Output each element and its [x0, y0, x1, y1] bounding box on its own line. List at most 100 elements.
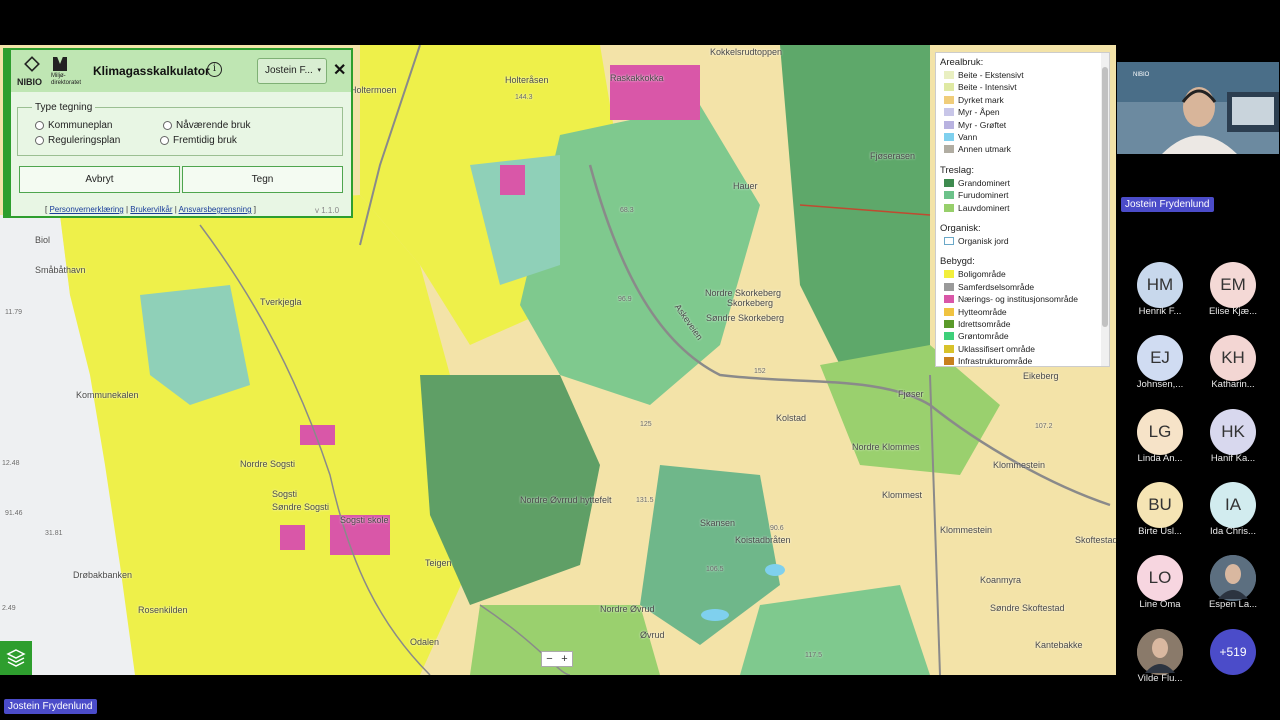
zoom-out-button[interactable]: − [542, 652, 557, 666]
participant-avatar[interactable]: LG [1137, 408, 1183, 455]
map-legend[interactable]: Arealbruk: Beite - Ekstensivt Beite - Inte… [935, 52, 1110, 367]
participant-avatar[interactable]: LO [1137, 555, 1183, 602]
participant-name: Elise Kjæ... [1208, 306, 1258, 317]
radio-navaerende-bruk[interactable]: Nåværende bruk [163, 120, 250, 131]
radio-reguleringsplan[interactable]: Reguleringsplan [35, 135, 120, 146]
user-select-value: Jostein F... [265, 65, 313, 76]
participant-avatar[interactable]: +519 [1210, 628, 1256, 675]
legend-item: Idrettsområde [944, 319, 1010, 329]
participant-avatar[interactable]: HM [1137, 262, 1183, 308]
participant-name: Line Oma [1139, 599, 1181, 611]
legend-item: Lauvdominert [944, 203, 1010, 213]
chevron-down-icon: ▾ [317, 67, 321, 74]
participant-avatar[interactable] [1210, 555, 1256, 602]
legend-heading: Organisk: [940, 223, 981, 234]
zoom-in-button[interactable]: + [557, 652, 572, 666]
map-label: Nordre Skorkeberg [705, 288, 782, 298]
participant-avatar[interactable]: IA [1210, 481, 1256, 528]
radio-label: Fremtidig bruk [173, 135, 237, 146]
map-label: Odalen [410, 637, 440, 647]
participant-avatar[interactable]: HK [1210, 408, 1256, 455]
participant-avatar[interactable]: EM [1210, 262, 1256, 308]
participant-avatar[interactable]: EJ [1137, 335, 1183, 382]
draw-button[interactable]: Tegn [182, 166, 343, 193]
legend-swatch [944, 237, 954, 245]
radio-fremtidig-bruk[interactable]: Fremtidig bruk [160, 135, 237, 146]
legend-item: Boligområde [944, 269, 1006, 279]
map-elevation: 125 [640, 421, 652, 428]
cancel-button[interactable]: Avbryt [19, 166, 180, 193]
legend-label: Furudominert [958, 190, 1009, 201]
legend-item: Myr - Åpen [944, 107, 1000, 117]
map-label-hauer: Hauer [733, 181, 758, 191]
terms-link[interactable]: Brukervilkår [130, 205, 172, 214]
legend-swatch [944, 344, 954, 353]
radio-dot [35, 121, 44, 130]
legend-label: Grandominert [958, 177, 1010, 188]
legend-swatch [944, 71, 954, 79]
legend-swatch [944, 178, 954, 187]
miljodirektoratet-logo-text: Miljø- direktoratet [51, 73, 82, 86]
participant-name: Henrik F... [1138, 306, 1182, 317]
legend-swatch [944, 270, 954, 279]
map-label: Klommest [882, 490, 923, 500]
participant-avatar[interactable]: BU [1137, 481, 1183, 528]
radio-label: Kommuneplan [48, 120, 113, 131]
map-elevation: 68.3 [620, 207, 634, 214]
legend-swatch [944, 332, 954, 341]
legend-swatch [944, 320, 954, 328]
disclaimer-link[interactable]: Ansvarsbegrensning [179, 205, 252, 214]
privacy-link[interactable]: Personvernerklæring [49, 205, 123, 214]
legend-item: Organisk jord [944, 236, 1009, 246]
legend-item: Hytteområde [944, 307, 1007, 317]
legend-swatch [944, 191, 954, 200]
radio-kommuneplan[interactable]: Kommuneplan [35, 120, 112, 131]
user-select[interactable]: Jostein F... ▾ [257, 58, 327, 84]
map-label: Skoftestad [1075, 535, 1116, 545]
map-label: Søndre Skorkeberg [706, 313, 785, 323]
map-label: Kommunekalen [76, 390, 139, 400]
legend-item: Beite - Intensivt [944, 82, 1017, 92]
map-label: Klommestein [993, 460, 1046, 470]
participant-name: Vilde Flu... [1137, 672, 1183, 684]
layers-button[interactable] [0, 641, 32, 675]
legend-label: Nærings- og institusjonsområde [958, 294, 1078, 305]
panel-header: NIBIO Miljø- direktoratet Klimagasskalku… [5, 50, 351, 92]
legend-scrollbar[interactable] [1101, 53, 1109, 366]
legend-swatch [944, 357, 954, 366]
map-label: Drøbakbanken [73, 570, 133, 580]
legend-label: Samferdselsområde [958, 281, 1035, 292]
nibio-logo: NIBIO [17, 55, 47, 89]
legend-swatch [944, 282, 954, 291]
participant-name: Hanif Ka... [1210, 452, 1256, 464]
map-label: Raskakkokka [610, 73, 664, 83]
legend-swatch [944, 120, 954, 129]
map-label: Koistadbråten [735, 535, 791, 545]
map-elevation: 106.5 [706, 566, 724, 573]
legend-item: Infrastrukturområde [944, 356, 1032, 366]
legend-heading: Treslag: [940, 164, 974, 176]
panel-title: Klimagasskalkulator [93, 64, 210, 78]
map-label: Fjøserasen [870, 151, 916, 161]
legend-item: Furudominert [944, 190, 1009, 200]
map-depth: 31.81 [45, 530, 63, 537]
participant-name: Birte Usl... [1138, 525, 1182, 537]
legend-label: Uklassifisert område [958, 343, 1035, 354]
radio-dot [160, 136, 169, 145]
presenter-video: NIBIO [1117, 62, 1279, 154]
close-icon[interactable]: ✕ [333, 60, 346, 80]
participant-avatar[interactable] [1137, 628, 1183, 675]
map-elevation: 117.5 [805, 652, 822, 659]
participant-avatar[interactable]: KH [1210, 335, 1256, 382]
legend-item: Vann [944, 132, 977, 142]
legend-heading: Arealbruk: [940, 57, 984, 68]
info-icon[interactable]: i [207, 62, 222, 77]
legend-label: Grøntområde [958, 331, 1009, 342]
participant-name: Espen La... [1208, 599, 1258, 611]
map-label: Sogsti skole [340, 515, 389, 525]
participant-name: Linda An... [1137, 452, 1183, 464]
map-label: Koanmyra [980, 575, 1022, 585]
radio-label: Nåværende bruk [176, 120, 251, 131]
map-label: Tverkjegla [260, 297, 302, 307]
legend-label: Infrastrukturområde [958, 356, 1033, 367]
